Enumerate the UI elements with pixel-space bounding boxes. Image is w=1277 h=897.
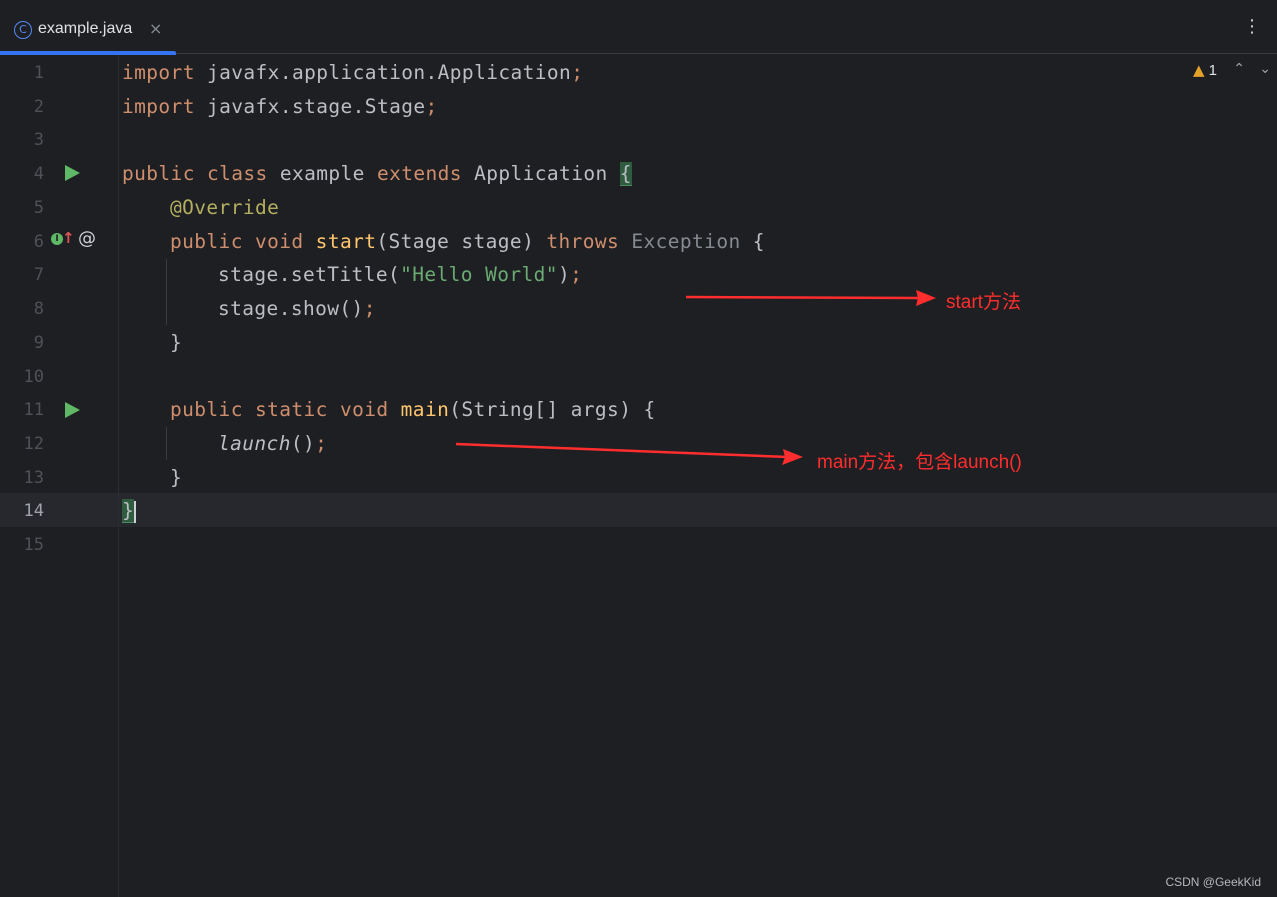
- code-line-8: stage.show();: [218, 297, 376, 320]
- line-number: 15: [23, 535, 44, 555]
- class-icon: C: [14, 21, 32, 39]
- override-up-arrow-icon[interactable]: ↑: [62, 229, 75, 247]
- warning-count: 1: [1208, 62, 1217, 79]
- start-method-note: start方法: [946, 292, 1021, 313]
- indent-guide: [166, 259, 167, 325]
- code-line-11: public static void main(String[] args) {: [170, 398, 656, 421]
- run-main-icon[interactable]: [65, 402, 80, 418]
- code-line-14: }: [122, 494, 137, 528]
- line-number: 8: [33, 299, 44, 319]
- code-line-13: }: [170, 466, 183, 489]
- tab-label: example.java: [38, 20, 133, 37]
- code-line-1: import javafx.application.Application;: [122, 61, 584, 84]
- tab-example-java[interactable]: C example.java ×: [0, 0, 176, 55]
- close-icon[interactable]: ×: [149, 19, 162, 38]
- current-line-highlight: [0, 493, 1277, 527]
- run-class-icon[interactable]: [65, 165, 80, 181]
- line-number: 13: [23, 468, 44, 488]
- line-number: 9: [33, 333, 44, 353]
- watermark: CSDN @GeekKid: [1165, 875, 1261, 889]
- line-number: 3: [33, 130, 44, 150]
- main-method-note: main方法，包含launch(): [817, 452, 1022, 473]
- inspection-widget[interactable]: ▲ 1: [1193, 61, 1217, 79]
- code-line-4: public class example extends Application…: [122, 162, 632, 186]
- text-caret: [134, 500, 137, 523]
- indent-guide: [166, 427, 167, 460]
- annotation-at-icon[interactable]: @: [78, 228, 96, 249]
- matched-brace: {: [619, 162, 632, 186]
- line-number: 12: [23, 434, 44, 454]
- line-number: 2: [33, 97, 44, 117]
- warning-icon: ▲: [1192, 61, 1205, 79]
- line-number-current: 14: [23, 501, 44, 521]
- line-number: 7: [33, 265, 44, 285]
- gutter-divider: [118, 55, 119, 897]
- next-highlight-icon[interactable]: ⌄: [1259, 61, 1271, 77]
- line-number: 6: [33, 232, 44, 252]
- line-number: 5: [33, 198, 44, 218]
- line-number: 11: [23, 400, 44, 420]
- line-number: 10: [23, 367, 44, 387]
- editor-tab-bar: C example.java × ⋮: [0, 0, 1277, 55]
- code-line-5: @Override: [170, 196, 280, 219]
- code-line-6: public void start(Stage stage) throws Ex…: [170, 230, 765, 253]
- line-number: 4: [33, 164, 44, 184]
- code-line-12: launch();: [218, 432, 328, 455]
- code-editor[interactable]: 1 2 3 4 5 6 7 8 9 10 11 12 13 14 15 I ↑ …: [0, 55, 1277, 897]
- code-line-9: }: [170, 331, 183, 354]
- more-vertical-icon[interactable]: ⋮: [1243, 18, 1261, 36]
- code-line-2: import javafx.stage.Stage;: [122, 95, 438, 118]
- line-number: 1: [33, 63, 44, 83]
- previous-highlight-icon[interactable]: ⌃: [1233, 61, 1245, 77]
- code-line-7: stage.setTitle("Hello World");: [218, 263, 583, 286]
- matched-brace: }: [122, 499, 135, 523]
